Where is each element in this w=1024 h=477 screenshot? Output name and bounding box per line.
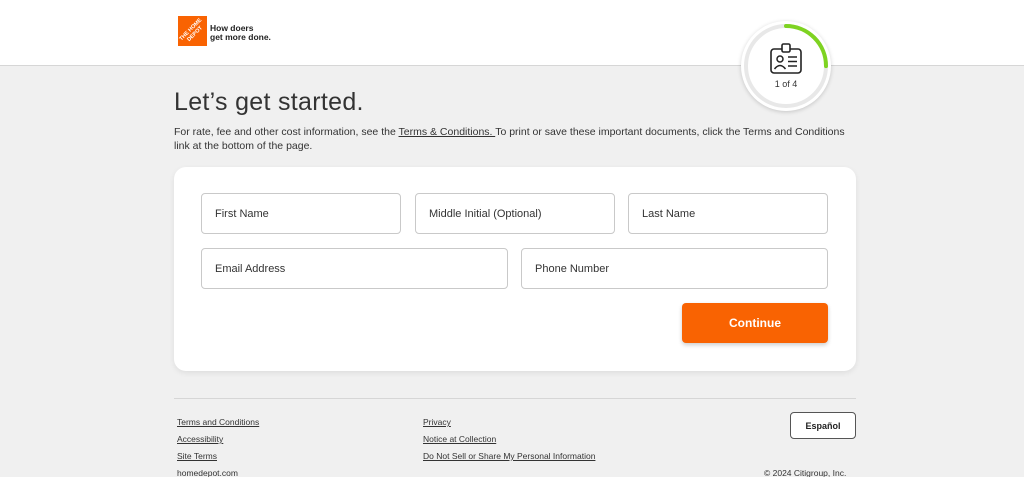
first-name-field[interactable]: First Name xyxy=(201,193,401,234)
home-depot-logo[interactable]: THE HOME DEPOT How doers get more done. xyxy=(178,16,271,46)
email-placeholder: Email Address xyxy=(215,262,286,275)
id-badge-icon xyxy=(770,43,802,74)
phone-field[interactable]: Phone Number xyxy=(521,248,828,289)
footer-divider xyxy=(174,398,856,399)
footer-terms-link[interactable]: Terms and Conditions xyxy=(177,417,259,427)
intro-text-before: For rate, fee and other cost information… xyxy=(174,126,399,138)
continue-button[interactable]: Continue xyxy=(682,303,828,343)
phone-placeholder: Phone Number xyxy=(535,262,609,275)
intro-text: For rate, fee and other cost information… xyxy=(174,125,854,153)
step-progress-indicator: 1 of 4 xyxy=(741,21,831,111)
first-name-placeholder: First Name xyxy=(215,207,269,220)
page-header: THE HOME DEPOT How doers get more done. xyxy=(0,0,1024,66)
page-title: Let’s get started. xyxy=(174,88,364,116)
middle-initial-placeholder: Middle Initial (Optional) xyxy=(429,207,542,220)
logo-tagline: How doers get more done. xyxy=(210,24,271,42)
footer-site-terms-link[interactable]: Site Terms xyxy=(177,451,217,461)
tagline-line-2: get more done. xyxy=(210,32,271,42)
language-espanol-button[interactable]: Español xyxy=(790,412,856,439)
footer-homedepot-link[interactable]: homedepot.com xyxy=(177,468,238,477)
middle-initial-field[interactable]: Middle Initial (Optional) xyxy=(415,193,615,234)
copyright-text: © 2024 Citigroup, Inc. xyxy=(764,468,847,477)
step-counter: 1 of 4 xyxy=(774,79,798,89)
application-form-card: First Name Middle Initial (Optional) Las… xyxy=(174,167,856,371)
footer-do-not-sell-link[interactable]: Do Not Sell or Share My Personal Informa… xyxy=(423,451,595,461)
last-name-placeholder: Last Name xyxy=(642,207,696,220)
logo-mark-icon: THE HOME DEPOT xyxy=(178,16,207,46)
last-name-field[interactable]: Last Name xyxy=(628,193,828,234)
footer-privacy-link[interactable]: Privacy xyxy=(423,417,451,427)
footer-accessibility-link[interactable]: Accessibility xyxy=(177,434,223,444)
terms-conditions-link[interactable]: Terms & Conditions. xyxy=(399,126,496,138)
footer-notice-link[interactable]: Notice at Collection xyxy=(423,434,496,444)
email-field[interactable]: Email Address xyxy=(201,248,508,289)
